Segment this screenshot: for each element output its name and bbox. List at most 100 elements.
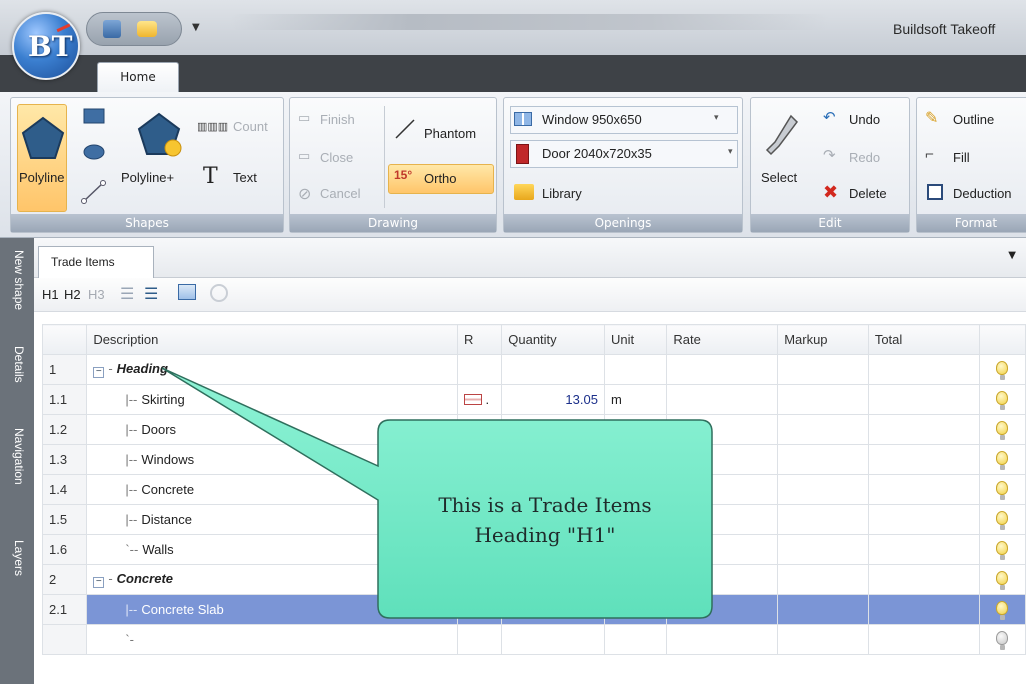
rate-cell[interactable]: [666, 564, 779, 595]
close-button[interactable]: Close: [320, 150, 353, 165]
description-cell[interactable]: − - Heading: [86, 354, 458, 385]
lightbulb-icon[interactable]: [996, 571, 1009, 590]
tab-home[interactable]: Home: [97, 62, 179, 94]
unit-cell[interactable]: [603, 594, 668, 625]
rate-cell[interactable]: [666, 414, 779, 445]
insert-row-icon[interactable]: [178, 284, 196, 300]
description-cell[interactable]: |-- Skirting: [86, 384, 458, 415]
redo-button[interactable]: Redo: [849, 150, 880, 165]
markup-cell[interactable]: [777, 474, 869, 505]
rectangle-shape-icon[interactable]: [83, 108, 105, 124]
unit-cell[interactable]: [603, 414, 668, 445]
markup-cell[interactable]: [777, 534, 869, 565]
lightbulb-icon[interactable]: [996, 451, 1009, 470]
rate-cell[interactable]: [666, 594, 779, 625]
lightbulb-icon[interactable]: [996, 511, 1009, 530]
quick-access-toolbar[interactable]: [86, 12, 182, 46]
delete-button[interactable]: Delete: [849, 186, 887, 201]
h3-button[interactable]: H3: [88, 287, 105, 302]
lightbulb-icon[interactable]: [996, 481, 1009, 500]
quantity-cell[interactable]: [501, 564, 605, 595]
column-header-total[interactable]: Total: [867, 324, 980, 355]
r-cell[interactable]: .: [456, 384, 503, 415]
column-header-r[interactable]: R: [456, 324, 503, 355]
table-row[interactable]: 1.1 |-- Skirting . 13.05 m: [41, 384, 1026, 415]
rate-cell[interactable]: [666, 384, 779, 415]
rate-cell[interactable]: [666, 354, 779, 385]
indent-icon[interactable]: ☰: [144, 284, 158, 304]
app-logo-button[interactable]: BT: [12, 12, 80, 80]
cancel-button[interactable]: Cancel: [320, 186, 360, 201]
refresh-icon[interactable]: [210, 284, 228, 302]
markup-cell[interactable]: [777, 444, 869, 475]
polyline-plus-button[interactable]: Polyline+: [121, 170, 174, 185]
markup-cell[interactable]: [777, 504, 869, 535]
text-button[interactable]: Text: [233, 170, 257, 185]
quantity-cell[interactable]: [501, 414, 605, 445]
count-button[interactable]: Count: [233, 119, 268, 134]
r-cell[interactable]: [456, 354, 503, 385]
lightbulb-icon[interactable]: [996, 541, 1009, 560]
r-cell[interactable]: [456, 564, 503, 595]
table-row[interactable]: 1.2 |-- Doors: [41, 414, 1026, 445]
r-cell[interactable]: [456, 414, 503, 445]
outdent-icon[interactable]: ☰: [120, 284, 134, 304]
r-cell[interactable]: [456, 624, 503, 655]
table-row[interactable]: 1.3 |-- Windows: [41, 444, 1026, 475]
side-tab-details[interactable]: Details: [4, 346, 30, 402]
markup-cell[interactable]: [777, 354, 869, 385]
column-header-quantity[interactable]: Quantity: [501, 324, 605, 355]
side-tab-layers[interactable]: Layers: [4, 540, 30, 590]
door-dropdown-icon[interactable]: ▾: [728, 146, 733, 157]
quantity-cell[interactable]: [501, 594, 605, 625]
finish-button[interactable]: Finish: [320, 112, 355, 127]
fill-button[interactable]: Fill: [953, 150, 970, 165]
description-cell[interactable]: `-: [86, 624, 458, 655]
side-tab-new-shape[interactable]: New shape: [4, 250, 30, 330]
h1-button[interactable]: H1: [42, 287, 59, 302]
unit-cell[interactable]: m: [603, 384, 668, 415]
quantity-cell[interactable]: [501, 354, 605, 385]
deduction-button[interactable]: Deduction: [953, 186, 1012, 201]
markup-cell[interactable]: [777, 624, 869, 655]
column-header-unit[interactable]: Unit: [603, 324, 668, 355]
ellipse-shape-icon[interactable]: [83, 144, 105, 160]
quantity-cell[interactable]: [501, 444, 605, 475]
h2-button[interactable]: H2: [64, 287, 81, 302]
unit-cell[interactable]: [603, 564, 668, 595]
description-cell[interactable]: − - Concrete: [86, 564, 458, 595]
column-header-description[interactable]: Description: [86, 324, 458, 355]
table-row-new[interactable]: `-: [41, 624, 1026, 655]
outline-button[interactable]: Outline: [953, 112, 994, 127]
markup-cell[interactable]: [777, 384, 869, 415]
select-button[interactable]: Select: [761, 170, 797, 185]
column-header-rate[interactable]: Rate: [666, 324, 779, 355]
tab-trade-items[interactable]: Trade Items: [38, 246, 154, 278]
rate-cell[interactable]: [666, 444, 779, 475]
table-row[interactable]: 1 − - Heading: [41, 354, 1026, 385]
markup-cell[interactable]: [777, 414, 869, 445]
table-row[interactable]: 2 − - Concrete: [41, 564, 1026, 595]
lightbulb-icon[interactable]: [996, 601, 1009, 620]
lightbulb-icon[interactable]: [996, 361, 1009, 380]
description-cell[interactable]: |-- Concrete Slab: [86, 594, 458, 625]
r-cell[interactable]: [456, 444, 503, 475]
folder-icon[interactable]: [137, 21, 157, 37]
quantity-cell[interactable]: [501, 624, 605, 655]
book-icon[interactable]: [103, 20, 121, 38]
ortho-button[interactable]: Ortho: [424, 171, 457, 186]
qat-dropdown-icon[interactable]: ▼: [192, 22, 200, 33]
lightbulb-off-icon[interactable]: [996, 631, 1009, 650]
r-cell[interactable]: [456, 594, 503, 625]
markup-cell[interactable]: [777, 564, 869, 595]
description-cell[interactable]: |-- Windows: [86, 444, 458, 475]
collapse-toggle-icon[interactable]: −: [93, 577, 105, 588]
line-shape-icon[interactable]: [81, 180, 107, 204]
rate-cell[interactable]: [666, 624, 779, 655]
lightbulb-icon[interactable]: [996, 421, 1009, 440]
panel-menu-dropdown-icon[interactable]: ▼: [1008, 250, 1016, 261]
phantom-button[interactable]: Phantom: [424, 126, 476, 141]
side-tab-navigation[interactable]: Navigation: [4, 428, 30, 514]
unit-cell[interactable]: [603, 354, 668, 385]
library-button[interactable]: Library: [542, 186, 582, 201]
